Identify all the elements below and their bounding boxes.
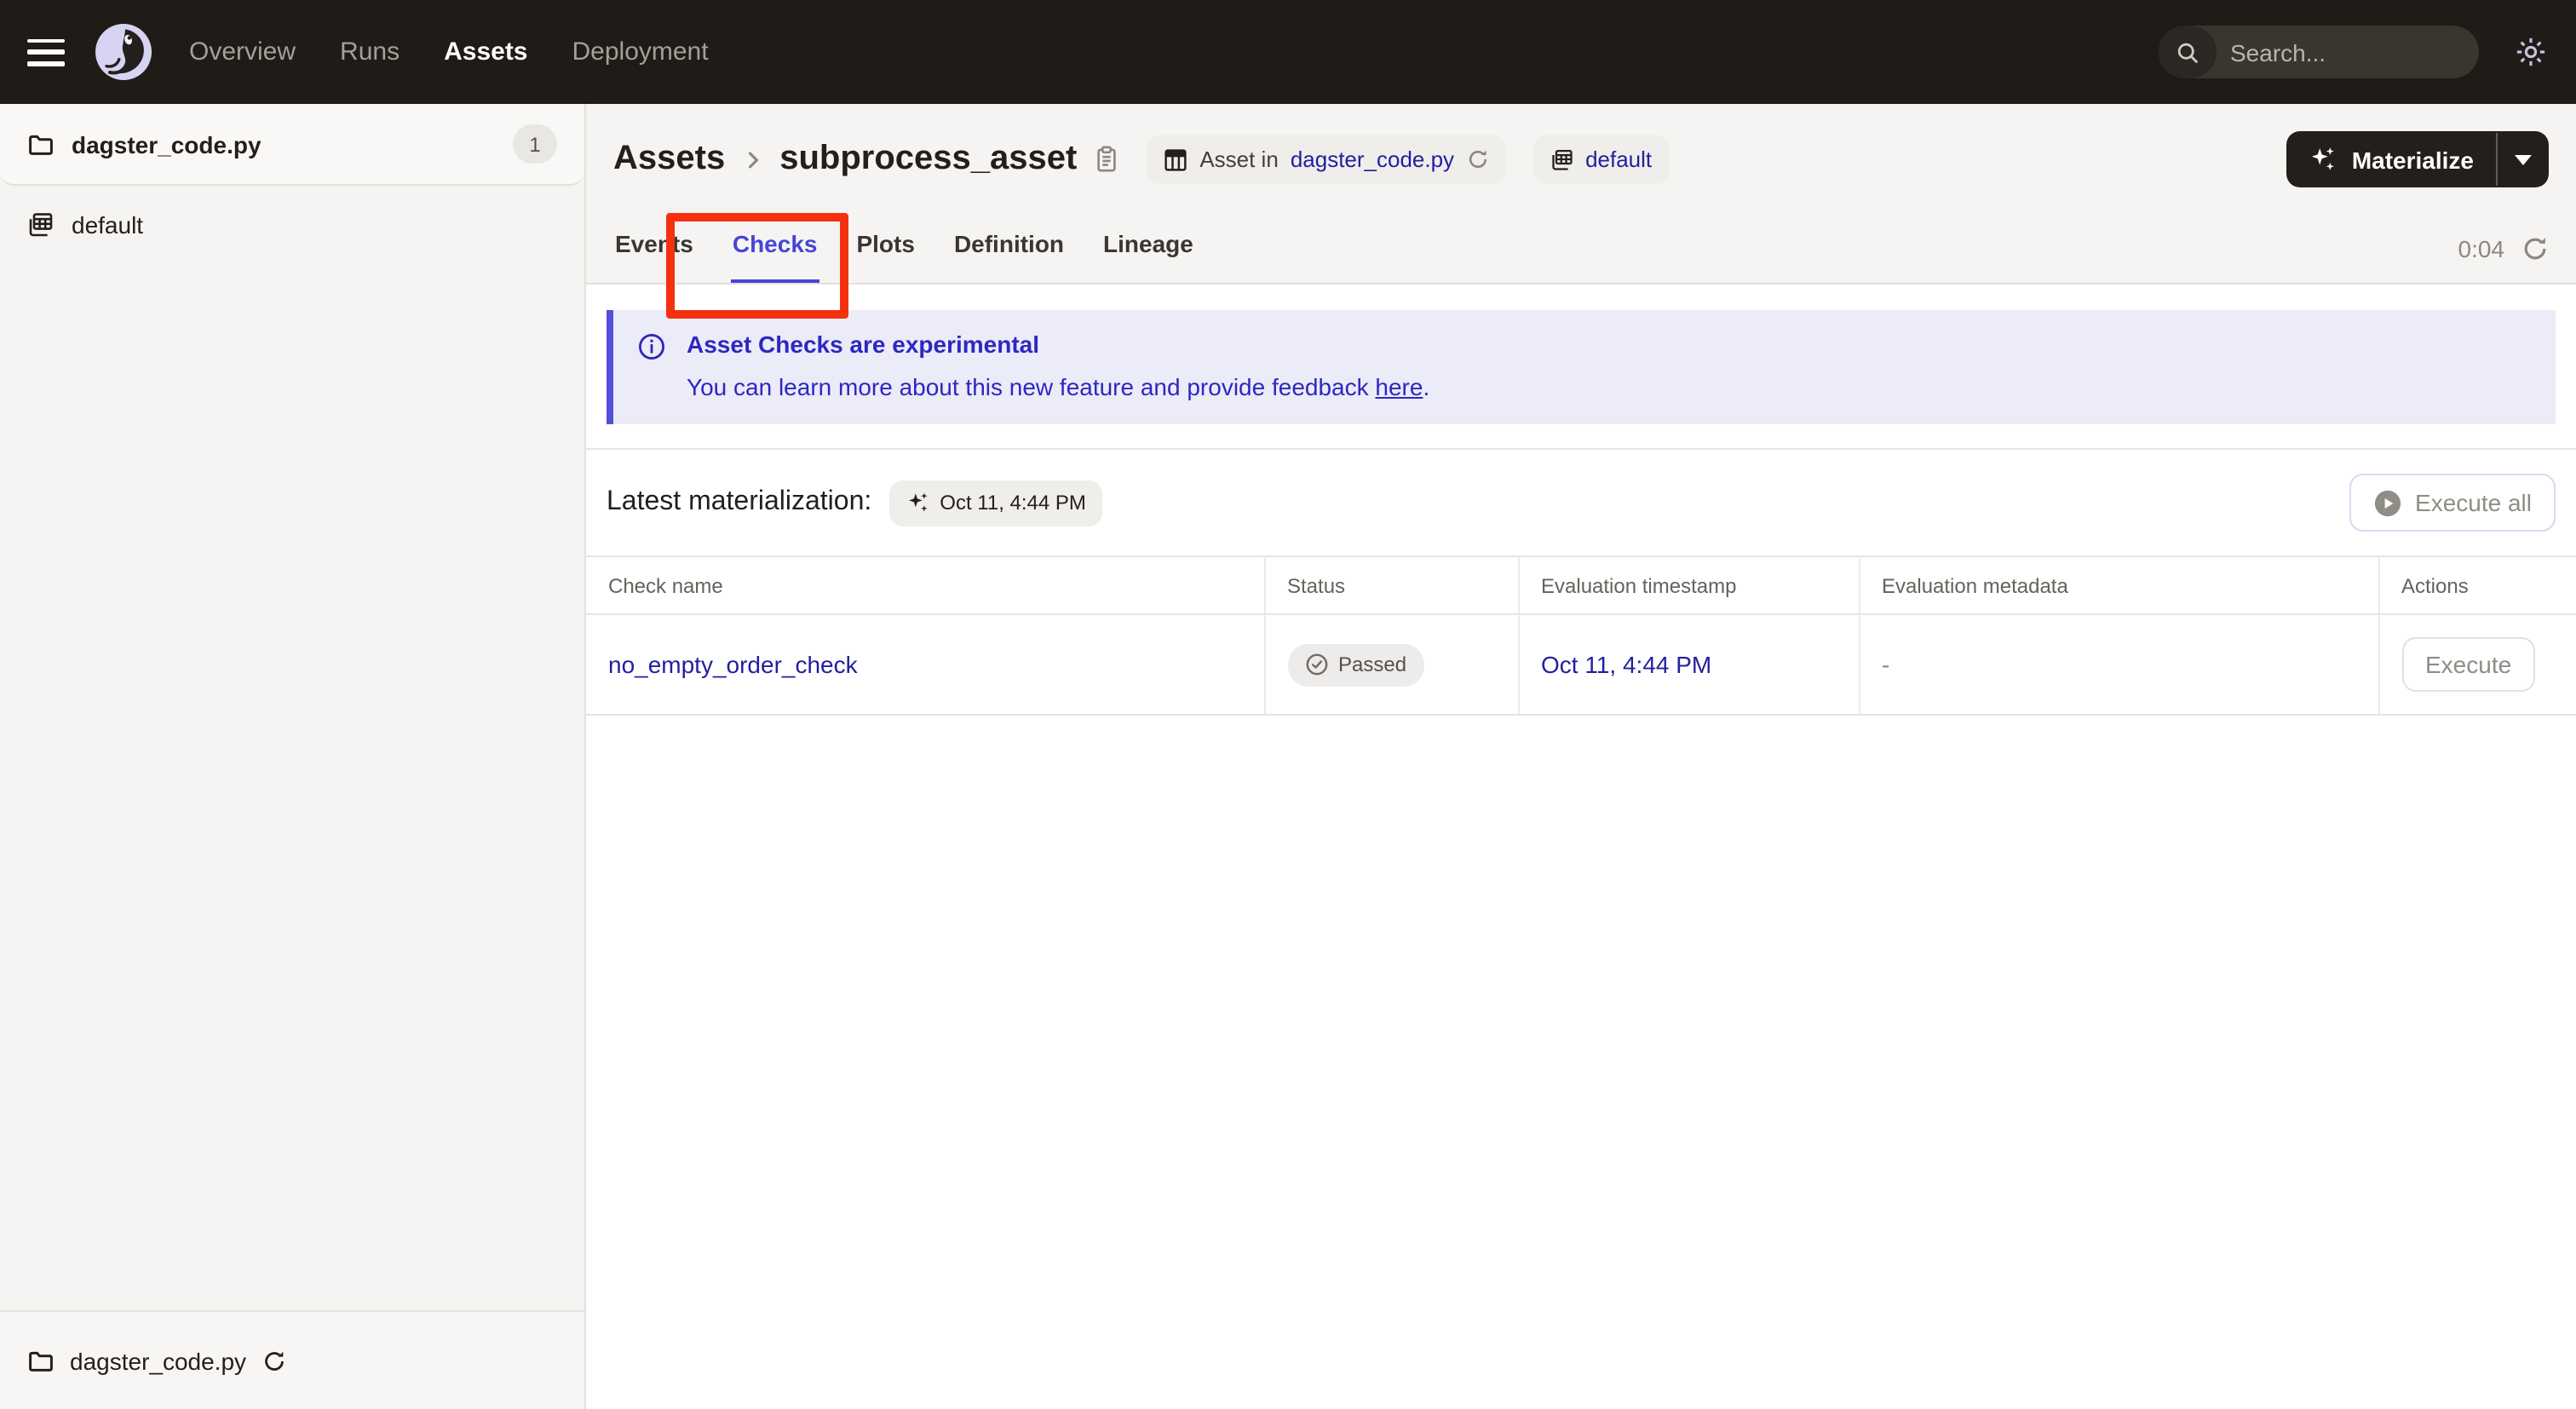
feedback-link[interactable]: here — [1375, 373, 1423, 400]
code-location-label: dagster_code.py — [70, 1347, 247, 1374]
table-header-row: Check name Status Evaluation timestamp E… — [586, 556, 2576, 615]
asset-in-label: Asset in — [1199, 147, 1279, 172]
dagster-logo[interactable] — [95, 24, 152, 80]
sidebar-item-label: default — [72, 211, 144, 239]
col-evaluation-timestamp: Evaluation timestamp — [1518, 556, 1860, 615]
col-actions: Actions — [2378, 556, 2576, 615]
status-badge: Passed — [1287, 643, 1424, 686]
latest-materialization-time: Oct 11, 4:44 PM — [940, 491, 1086, 515]
materialize-label: Materialize — [2351, 146, 2474, 173]
reload-icon[interactable] — [1466, 148, 1488, 170]
sparkle-icon — [908, 492, 927, 512]
col-status: Status — [1264, 556, 1519, 615]
asset-group-badge[interactable]: default — [1532, 135, 1670, 184]
experimental-banner: Asset Checks are experimental You can le… — [607, 310, 2556, 424]
reload-icon[interactable] — [262, 1349, 285, 1372]
nav-item-overview[interactable]: Overview — [189, 37, 296, 66]
latest-materialization-row: Latest materialization: Oct 11, 4:44 PM … — [586, 450, 2576, 555]
dagster-app: Overview Runs Assets Deployment / — [0, 0, 2576, 1409]
col-check-name: Check name — [586, 556, 1265, 615]
table-row: no_empty_order_check Passed Oct 11, 4:44… — [586, 614, 2576, 716]
checks-tab-content: Asset Checks are experimental You can le… — [586, 285, 2576, 1409]
group-link[interactable]: default — [1585, 147, 1652, 172]
search-icon — [2159, 26, 2217, 78]
breadcrumb: Assets subprocess_asset Asset in dagster… — [613, 131, 2549, 187]
asset-count-badge: 1 — [513, 124, 557, 164]
sidebar-footer-code-location[interactable]: dagster_code.py — [0, 1310, 584, 1409]
refresh-timer: 0:04 — [2458, 235, 2550, 283]
global-search[interactable]: / — [2159, 26, 2479, 78]
banner-suffix: . — [1423, 373, 1430, 400]
sparkle-icon — [2312, 147, 2335, 170]
search-input[interactable] — [2217, 38, 2479, 66]
info-icon — [637, 332, 666, 400]
execute-button[interactable]: Execute — [2401, 637, 2536, 692]
asset-sidebar: dagster_code.py 1 default dagster_code.p… — [0, 104, 586, 1409]
materialize-split-button: Materialize — [2286, 131, 2549, 187]
breadcrumb-asset-name: subprocess_asset — [779, 140, 1078, 177]
refresh-icon[interactable] — [2521, 235, 2549, 262]
checks-table: Check name Status Evaluation timestamp E… — [586, 555, 2576, 716]
folder-icon — [27, 130, 55, 158]
check-circle-icon — [1305, 653, 1327, 676]
tab-checks[interactable]: Checks — [730, 220, 819, 283]
sidebar-item-default-group[interactable]: default — [0, 186, 584, 264]
nav-item-runs[interactable]: Runs — [340, 37, 400, 66]
evaluation-metadata-value: - — [1882, 651, 1890, 678]
banner-body: You can learn more about this new featur… — [687, 373, 1429, 400]
main-nav: Overview Runs Assets Deployment — [189, 37, 709, 66]
nav-item-deployment[interactable]: Deployment — [572, 37, 709, 66]
execute-all-button[interactable]: Execute all — [2349, 474, 2556, 532]
check-name-link[interactable]: no_empty_order_check — [608, 651, 858, 678]
timer-value: 0:04 — [2458, 235, 2505, 262]
code-location-link[interactable]: dagster_code.py — [1291, 147, 1454, 172]
evaluation-timestamp-link[interactable]: Oct 11, 4:44 PM — [1541, 651, 1711, 678]
chevron-right-icon — [740, 147, 764, 171]
settings-gear-icon[interactable] — [2513, 34, 2549, 70]
main-panel: Assets subprocess_asset Asset in dagster… — [586, 104, 2576, 1409]
latest-materialization-badge[interactable]: Oct 11, 4:44 PM — [888, 480, 1103, 526]
asset-header: Assets subprocess_asset Asset in dagster… — [586, 104, 2576, 285]
asset-tabs: Events Checks Plots Definition Lineage 0… — [613, 220, 2549, 283]
topbar-right: / — [2159, 26, 2549, 78]
tab-lineage[interactable]: Lineage — [1101, 220, 1195, 283]
materialize-dropdown-button[interactable] — [2498, 131, 2549, 187]
asset-definition-badge[interactable]: Asset in dagster_code.py — [1147, 135, 1506, 184]
status-label: Passed — [1338, 653, 1407, 676]
nav-item-assets[interactable]: Assets — [444, 37, 527, 66]
asset-table-icon — [1164, 147, 1187, 171]
chevron-down-icon — [2515, 154, 2532, 164]
copy-icon[interactable] — [1094, 145, 1119, 174]
latest-materialization-label: Latest materialization: — [607, 487, 872, 516]
sidebar-item-label: dagster_code.py — [72, 130, 262, 158]
tab-definition[interactable]: Definition — [952, 220, 1066, 283]
tab-events[interactable]: Events — [613, 220, 695, 283]
asset-group-icon — [1550, 147, 1573, 171]
materialize-button[interactable]: Materialize — [2287, 131, 2496, 187]
play-circle-icon — [2373, 489, 2401, 516]
banner-text: You can learn more about this new featur… — [687, 373, 1376, 400]
col-evaluation-metadata: Evaluation metadata — [1859, 556, 2379, 615]
sidebar-item-dagster-code[interactable]: dagster_code.py 1 — [0, 104, 584, 186]
asset-group-icon — [27, 211, 55, 239]
hamburger-menu-icon[interactable] — [27, 38, 65, 66]
tab-plots[interactable]: Plots — [854, 220, 916, 283]
top-nav-bar: Overview Runs Assets Deployment / — [0, 0, 2576, 104]
banner-title: Asset Checks are experimental — [687, 331, 1039, 358]
execute-all-label: Execute all — [2415, 489, 2532, 516]
breadcrumb-assets[interactable]: Assets — [613, 140, 725, 179]
folder-icon — [27, 1347, 55, 1374]
